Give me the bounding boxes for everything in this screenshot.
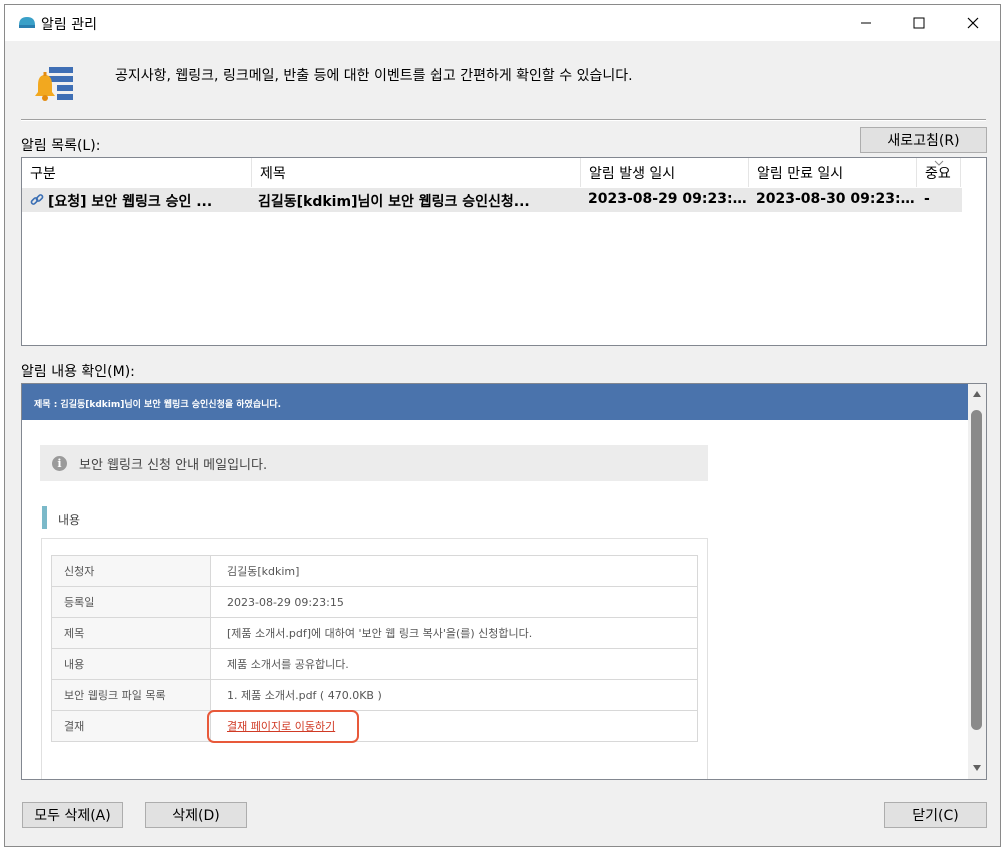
row-expires: 2023-08-30 09:23:17 (756, 191, 916, 207)
detail-value: 제품 소개서를 공유합니다. (210, 648, 698, 680)
header-area: 공지사항, 웹링크, 링크메일, 반출 등에 대한 이벤트를 쉽고 간편하게 확… (5, 41, 1000, 121)
scroll-up-button[interactable] (968, 390, 986, 404)
highlight-box (207, 710, 359, 743)
info-icon: i (52, 455, 67, 471)
notice-text: 보안 웹링크 신청 안내 메일입니다. (79, 457, 268, 473)
table-row: 결재 결재 페이지로 이동하기 (51, 710, 698, 742)
section-marker (42, 506, 47, 529)
detail-key: 신청자 (51, 555, 211, 587)
detail-key: 결재 (51, 710, 211, 742)
detail-key: 보안 웹링크 파일 목록 (51, 679, 211, 711)
header-description: 공지사항, 웹링크, 링크메일, 반출 등에 대한 이벤트를 쉽고 간편하게 확… (115, 68, 633, 84)
close-button[interactable]: 닫기(C) (884, 802, 987, 828)
app-logo-icon (19, 17, 35, 28)
table-row: 등록일 2023-08-29 09:23:15 (51, 586, 698, 618)
list-item[interactable]: [요청] 보안 웹링크 승인 ... 김길동[kdkim]님이 보안 웹링크 승… (22, 188, 962, 212)
notice-box: i 보안 웹링크 신청 안내 메일입니다. (40, 445, 708, 481)
scroll-thumb[interactable] (971, 410, 982, 730)
title-bar: 알림 관리 (5, 5, 1000, 41)
alert-content-viewer[interactable]: 제목 : 김길동[kdkim]님이 보안 웹링크 승인신청을 하였습니다. i … (21, 383, 987, 780)
vertical-scrollbar[interactable] (968, 384, 986, 779)
delete-button[interactable]: 삭제(D) (145, 802, 247, 828)
close-window-button[interactable] (950, 5, 996, 41)
alert-list-label: 알림 목록(L): (21, 138, 101, 154)
scroll-down-button[interactable] (968, 764, 986, 778)
section-title: 내용 (58, 513, 81, 527)
scroll-up-icon (973, 391, 981, 397)
maximize-button[interactable] (896, 5, 942, 41)
detail-value: [제품 소개서.pdf]에 대하여 '보안 웹 링크 복사'을(를) 신청합니다… (210, 617, 698, 649)
alert-list-header: 구분 제목 알림 발생 일시 알림 만료 일시 중요 (22, 158, 986, 187)
column-header-expires[interactable]: 알림 만료 일시 (749, 158, 917, 187)
row-important: - (924, 191, 930, 207)
row-created: 2023-08-29 09:23:17 (588, 191, 748, 207)
detail-value: 2023-08-29 09:23:15 (210, 586, 698, 618)
scroll-down-icon (973, 765, 981, 771)
minimize-button[interactable] (843, 5, 889, 41)
header-divider (21, 119, 986, 121)
alert-content-label: 알림 내용 확인(M): (21, 364, 135, 380)
detail-key: 내용 (51, 648, 211, 680)
close-icon (967, 17, 979, 29)
minimize-icon (861, 22, 871, 24)
delete-all-button[interactable]: 모두 삭제(A) (22, 802, 123, 828)
table-row: 보안 웹링크 파일 목록 1. 제품 소개서.pdf ( 470.0KB ) (51, 679, 698, 711)
alert-list[interactable]: 구분 제목 알림 발생 일시 알림 만료 일시 중요 [요청] 보안 웹링크 승… (21, 157, 987, 346)
row-category: [요청] 보안 웹링크 승인 ... (48, 194, 213, 210)
detail-value: 김길동[kdkim] (210, 555, 698, 587)
detail-table: 신청자 김길동[kdkim] 등록일 2023-08-29 09:23:15 제… (51, 555, 698, 742)
column-header-created[interactable]: 알림 발생 일시 (581, 158, 749, 187)
column-header-category[interactable]: 구분 (22, 158, 252, 187)
detail-key: 제목 (51, 617, 211, 649)
detail-value: 1. 제품 소개서.pdf ( 470.0KB ) (210, 679, 698, 711)
link-icon (30, 194, 44, 205)
row-title: 김길동[kdkim]님이 보안 웹링크 승인신청... (258, 194, 530, 210)
window-title: 알림 관리 (41, 17, 97, 33)
mail-subject-band: 제목 : 김길동[kdkim]님이 보안 웹링크 승인신청을 하였습니다. (22, 384, 968, 420)
alert-management-window: 알림 관리 공지사항, 웹링크, 링크메일, 반출 등에 대한 이벤트를 쉽고 … (4, 4, 1001, 847)
table-row: 내용 제품 소개서를 공유합니다. (51, 648, 698, 680)
column-header-title[interactable]: 제목 (252, 158, 581, 187)
table-row: 제목 [제품 소개서.pdf]에 대하여 '보안 웹 링크 복사'을(를) 신청… (51, 617, 698, 649)
detail-key: 등록일 (51, 586, 211, 618)
notification-list-icon (35, 67, 73, 101)
sort-chevron-icon (934, 160, 944, 166)
maximize-icon (913, 17, 925, 29)
table-row: 신청자 김길동[kdkim] (51, 555, 698, 587)
refresh-button[interactable]: 새로고침(R) (860, 127, 987, 153)
